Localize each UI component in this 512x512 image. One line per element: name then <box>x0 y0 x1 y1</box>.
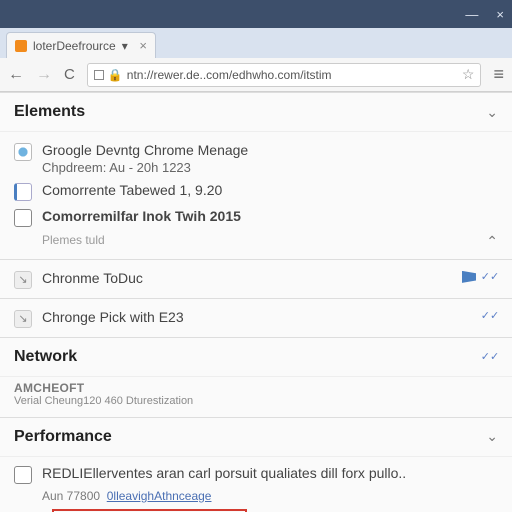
performance-body: REDLIEllerventes aran carl porsuit quali… <box>0 457 512 512</box>
tab-strip: loterDeefrource ▾ × <box>0 28 512 58</box>
sheet-icon <box>14 466 32 484</box>
net-label: AMCHEOFT <box>14 381 498 395</box>
tab-dropdown-icon: ▾ <box>122 39 128 53</box>
check-icon: ✓✓ <box>482 269 498 285</box>
item-title: Comorremilfar Inok Twih 2015 <box>42 207 241 226</box>
item-title: Comorrente Tabewed 1, 9.20 <box>42 181 222 200</box>
arrow-icon: ↘ <box>14 310 32 328</box>
minimize-button[interactable]: — <box>465 7 478 22</box>
section-elements-header[interactable]: Elements ⌄ <box>0 92 512 132</box>
list-item[interactable]: ↘ Chronge Pick with E23 ✓✓ <box>14 305 498 331</box>
section-performance-header[interactable]: Performance ⌄ <box>0 417 512 457</box>
window-close-button[interactable]: × <box>496 7 504 22</box>
chevron-up-icon[interactable]: ⌃ <box>486 233 498 250</box>
list-item[interactable]: REDLIEllerventes aran carl porsuit quali… <box>14 461 498 487</box>
perf-date: Aun 77800 <box>42 489 100 503</box>
list-item[interactable]: Comorrente Tabewed 1, 9.20 <box>14 178 498 204</box>
browser-tab[interactable]: loterDeefrource ▾ × <box>6 32 156 58</box>
globe-icon <box>14 143 32 161</box>
item-title: Groogle Devntg Chrome Menage <box>42 141 248 160</box>
section-title: Performance <box>14 428 112 446</box>
section-network-header[interactable]: Network ✓✓ <box>0 337 512 377</box>
document-icon <box>14 183 32 201</box>
check-icon: ✓✓ <box>482 308 498 324</box>
lock-icon: 🔒 <box>108 68 123 82</box>
tab-title: loterDeefrource <box>33 39 116 53</box>
tab-close-button[interactable]: × <box>139 38 147 53</box>
net-sub: Verial Cheung120 460 Dturestization <box>14 395 498 407</box>
url-text: ntn://rewer.de..com/edhwho.com/itstim <box>127 68 332 82</box>
hamburger-menu-button[interactable]: ≡ <box>493 64 504 85</box>
item-title: Chronme ToDuc <box>42 269 143 288</box>
check-icon: ✓✓ <box>482 349 498 365</box>
section-title: Network <box>14 348 77 366</box>
site-info-icon[interactable] <box>94 70 104 80</box>
forward-button[interactable]: → <box>36 66 52 84</box>
flag-icon <box>462 271 476 283</box>
back-button[interactable]: ← <box>8 66 24 84</box>
page-content: Elements ⌄ Groogle Devntg Chrome Menage … <box>0 92 512 512</box>
bookmark-star-icon[interactable]: ☆ <box>462 66 475 83</box>
window-titlebar: — × <box>0 0 512 28</box>
favicon-icon <box>15 40 27 52</box>
perf-headline: REDLIEllerventes aran carl porsuit quali… <box>42 464 406 483</box>
item-muted: Plemes tuld <box>14 233 105 247</box>
reload-button[interactable]: C <box>64 66 75 83</box>
chrome-items: ↘ Chronme ToDuc ✓✓ <box>0 260 512 298</box>
toolbar: ← → C 🔒 ntn://rewer.de..com/edhwho.com/i… <box>0 58 512 92</box>
sheet-icon <box>14 209 32 227</box>
arrow-icon: ↘ <box>14 271 32 289</box>
chevron-down-icon: ⌄ <box>486 428 498 445</box>
address-bar[interactable]: 🔒 ntn://rewer.de..com/edhwho.com/itstim … <box>87 63 482 87</box>
network-meta: AMCHEOFT Verial Cheung120 460 Dturestiza… <box>0 377 512 417</box>
list-item[interactable]: Groogle Devntg Chrome Menage Chpdreem: A… <box>14 138 498 178</box>
list-item: Plemes tuld ⌃ <box>14 230 498 253</box>
item-subtitle: Chpdreem: Au - 20h 1223 <box>42 160 248 175</box>
section-title: Elements <box>14 103 85 121</box>
perf-date-line: Aun 77800 0lleavighAthnceage <box>14 489 498 503</box>
item-title: Chronge Pick with E23 <box>42 308 184 327</box>
list-item[interactable]: ↘ Chronme ToDuc ✓✓ <box>14 266 498 292</box>
chevron-down-icon: ⌄ <box>486 104 498 121</box>
elements-body: Groogle Devntg Chrome Menage Chpdreem: A… <box>0 132 512 259</box>
list-item[interactable]: Comorremilfar Inok Twih 2015 <box>14 204 498 230</box>
perf-link[interactable]: 0lleavighAthnceage <box>107 489 212 503</box>
